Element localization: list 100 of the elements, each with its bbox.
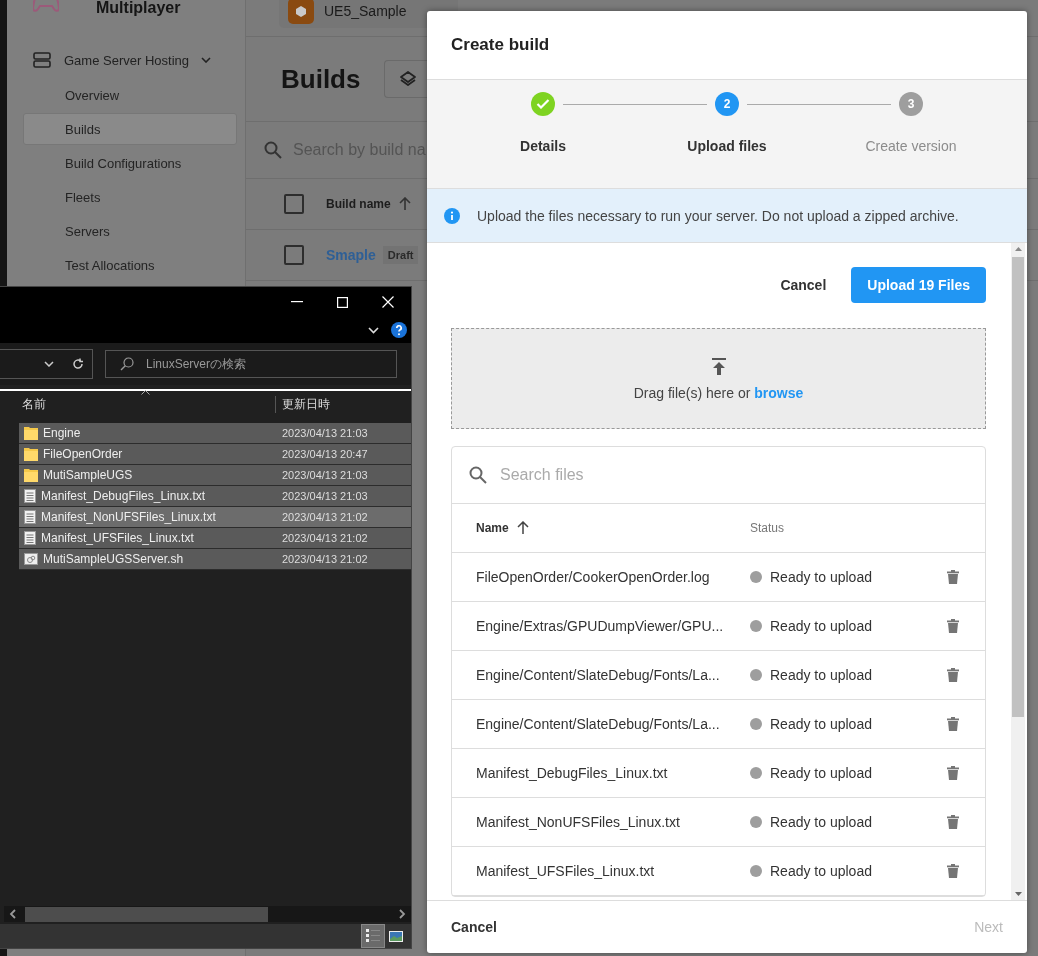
thumbnail-view-icon[interactable] [389,930,403,942]
trash-icon[interactable] [947,619,959,633]
step-label: Upload files [687,138,767,154]
status-dot [750,767,762,779]
file-status: Ready to upload [770,765,872,781]
sidebar-item[interactable]: Fleets [23,184,237,210]
file-name: MutiSampleUGSServer.sh [43,552,184,566]
upload-icon [711,358,726,375]
refresh-icon[interactable] [72,358,84,370]
file-row[interactable]: Manifest_UFSFiles_Linux.txt 2023/04/13 21:02 [19,528,411,549]
server-icon [33,52,51,68]
modified-date: 2023/04/13 21:03 [282,490,368,502]
down-arrow-icon[interactable] [1014,892,1022,896]
column-header[interactable]: 更新日時 [275,395,330,413]
dropzone[interactable]: Drag file(s) here or browse [451,328,986,429]
search-icon [120,357,134,371]
horizontal-scrollbar[interactable] [4,906,411,922]
folder-icon [24,426,38,440]
checkbox[interactable] [284,245,304,265]
trash-icon[interactable] [947,668,959,682]
up-arrow-icon[interactable] [1014,247,1022,251]
file-name: Manifest_UFSFiles_Linux.txt [476,863,655,879]
sidebar-item[interactable]: Build Configurations [23,150,237,176]
info-icon [444,207,460,224]
dialog-title: Create build [451,35,550,55]
close-icon[interactable] [382,296,394,308]
sidebar-item[interactable]: Overview [23,82,237,108]
file-row[interactable]: FileOpenOrder 2023/04/13 20:47 [19,444,411,465]
step-label: Create version [865,138,957,154]
trash-icon[interactable] [947,766,959,780]
sidebar-item[interactable]: Servers [23,218,237,244]
file-row[interactable]: Manifest_DebugFiles_Linux.txt 2023/04/13 21:03 [19,486,411,507]
search-field[interactable]: Search files [500,466,584,484]
file-row[interactable]: MutiSampleUGS 2023/04/13 21:03 [19,465,411,486]
folder-icon [24,468,38,482]
layers-icon [399,70,418,88]
file-name: Manifest_DebugFiles_Linux.txt [476,765,668,781]
file-name: Engine/Content/SlateDebug/Fonts/La... [476,716,720,732]
trash-icon[interactable] [947,864,959,878]
file-name: Manifest_NonUFSFiles_Linux.txt [476,814,680,830]
cancel-button[interactable]: Cancel [780,277,827,293]
column-header[interactable]: 名前 [22,395,46,413]
address-bar[interactable] [0,349,93,379]
sidebar-item[interactable]: Test Allocations [23,252,237,278]
vertical-scrollbar[interactable] [1011,243,1025,900]
file-name: FileOpenOrder/CookerOpenOrder.log [476,569,710,585]
status-dot [750,620,762,632]
sort-arrow-icon [398,197,411,211]
column-header[interactable]: Name [476,521,509,535]
trash-icon[interactable] [947,717,959,731]
step-number: 2 [715,92,739,116]
help-icon[interactable] [391,322,407,338]
folder-icon [24,447,38,461]
file-name: Manifest_NonUFSFiles_Linux.txt [41,510,216,524]
column-header[interactable]: Build name [326,197,391,211]
file-status: Ready to upload [770,814,872,830]
trash-icon[interactable] [947,815,959,829]
file-status: Ready to upload [770,863,872,879]
modified-date: 2023/04/13 21:02 [282,532,368,544]
search-field[interactable]: LinuxServerの検索 [105,350,397,378]
sidebar-group[interactable]: Game Server Hosting [7,50,245,70]
cancel-button[interactable]: Cancel [451,919,497,935]
file-name: Engine/Extras/GPUDumpViewer/GPU... [476,618,724,634]
trash-icon[interactable] [947,570,959,584]
minimize-icon[interactable] [291,301,303,303]
checkbox[interactable] [284,194,304,214]
status-dot [750,718,762,730]
cube-icon [288,0,314,24]
modified-date: 2023/04/13 20:47 [282,448,368,460]
document-icon [24,510,36,524]
status-dot [750,669,762,681]
script-file-icon [24,553,38,565]
chevron-icon[interactable] [368,326,379,334]
column-header: Status [750,521,785,535]
step-number: 3 [899,92,923,116]
dropdown-icon [44,361,54,367]
project-selector[interactable]: UE5_Sample [279,0,458,28]
status-dot [750,816,762,828]
upload-button[interactable]: Upload 19 Files [851,267,986,303]
file-name: Manifest_UFSFiles_Linux.txt [41,531,194,545]
file-row[interactable]: Manifest_NonUFSFiles_Linux.txt 2023/04/13 21:02 [19,507,411,528]
modified-date: 2023/04/13 21:02 [282,553,368,565]
file-status: Ready to upload [770,667,872,683]
search-icon [469,466,487,484]
file-name: Manifest_DebugFiles_Linux.txt [41,489,206,503]
file-row[interactable]: Engine 2023/04/13 21:03 [19,423,411,444]
file-row[interactable]: MutiSampleUGSServer.sh 2023/04/13 21:02 [19,549,411,570]
maximize-icon[interactable] [337,296,348,308]
sort-arrow-icon [516,521,529,535]
dropzone-text: Drag file(s) here or browse [633,385,804,401]
modified-date: 2023/04/13 21:03 [282,427,368,439]
check-icon [531,92,555,116]
sidebar-item[interactable]: Builds [23,113,237,145]
document-icon [24,531,36,545]
browse-link[interactable]: browse [754,385,804,401]
app-title: Multiplayer [96,0,181,17]
details-view-icon[interactable] [362,925,384,947]
modified-date: 2023/04/13 21:02 [282,511,368,523]
info-message: Upload the files necessary to run your server. Do not upload a zipped archive. [477,207,959,224]
file-name: Engine/Content/SlateDebug/Fonts/La... [476,667,720,683]
